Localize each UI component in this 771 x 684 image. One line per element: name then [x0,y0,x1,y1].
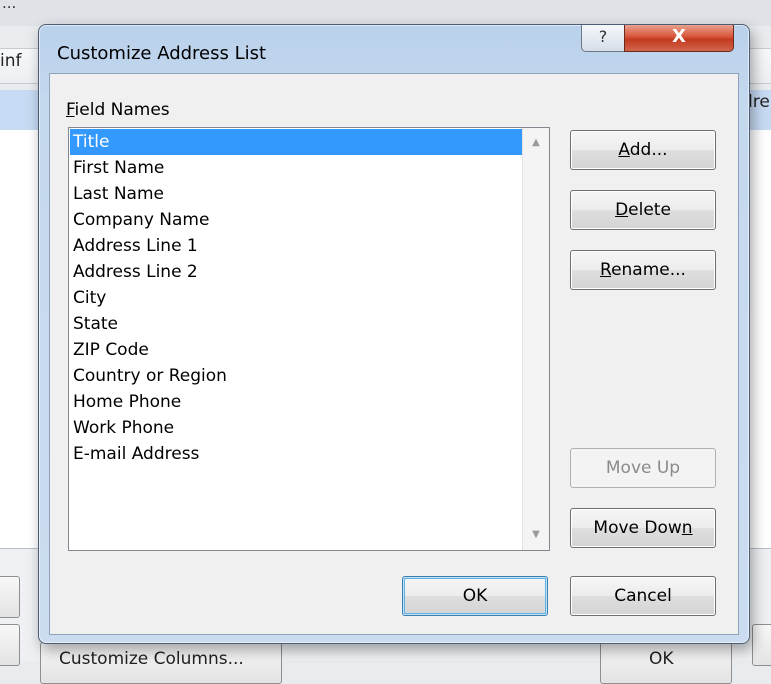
field-list-item[interactable]: Address Line 2 [70,259,522,285]
parent-column-header-left: inf [0,51,22,71]
field-list-item[interactable]: City [70,285,522,311]
field-list-item[interactable]: ZIP Code [70,337,522,363]
customize-address-list-dialog: Customize Address List ? X Field Names T… [38,24,750,644]
vertical-scrollbar[interactable]: ▲ ▼ [522,128,549,550]
field-list-item[interactable]: Address Line 1 [70,233,522,259]
field-names-label: Field Names [66,100,170,120]
close-glyph: X [672,26,686,47]
customize-columns-label: Customize Columns... [59,649,244,669]
field-list-item[interactable]: Home Phone [70,389,522,415]
parent-button-stub-1[interactable] [0,576,20,618]
scroll-down-arrow-icon[interactable]: ▼ [523,524,549,546]
scroll-up-arrow-icon[interactable]: ▲ [523,132,549,154]
cancel-button[interactable]: Cancel [570,576,716,616]
help-glyph: ? [598,27,608,46]
add-button[interactable]: Add... [570,130,716,170]
rename-button[interactable]: Rename... [570,250,716,290]
customize-columns-button[interactable]: Customize Columns... [40,642,282,684]
delete-button[interactable]: Delete [570,190,716,230]
field-list-item[interactable]: Title [70,129,522,155]
close-icon[interactable]: X [624,25,734,52]
field-list-item[interactable]: State [70,311,522,337]
parent-ok-label: OK [649,649,674,669]
move-up-button[interactable]: Move Up [570,448,716,488]
field-names-listbox[interactable]: Title First Name Last Name Company Name Addr… [68,127,550,551]
field-list-item[interactable]: Last Name [70,181,522,207]
parent-window-title: ... [2,0,17,12]
help-icon[interactable]: ? [581,25,625,52]
dialog-client-area: Field Names Title First Name Last Name Comp… [49,73,739,635]
parent-window-titlebar [0,0,771,26]
parent-ok-button[interactable]: OK [600,642,732,684]
field-list: Title First Name Last Name Company Name Addr… [70,129,522,467]
field-list-item[interactable]: E-mail Address [70,441,522,467]
field-list-item[interactable]: Country or Region [70,363,522,389]
field-list-item[interactable]: Company Name [70,207,522,233]
dialog-title: Customize Address List [57,43,267,64]
ok-button[interactable]: OK [402,576,548,616]
move-down-button[interactable]: Move Down [570,508,716,548]
field-list-item[interactable]: First Name [70,155,522,181]
field-list-item[interactable]: Work Phone [70,415,522,441]
